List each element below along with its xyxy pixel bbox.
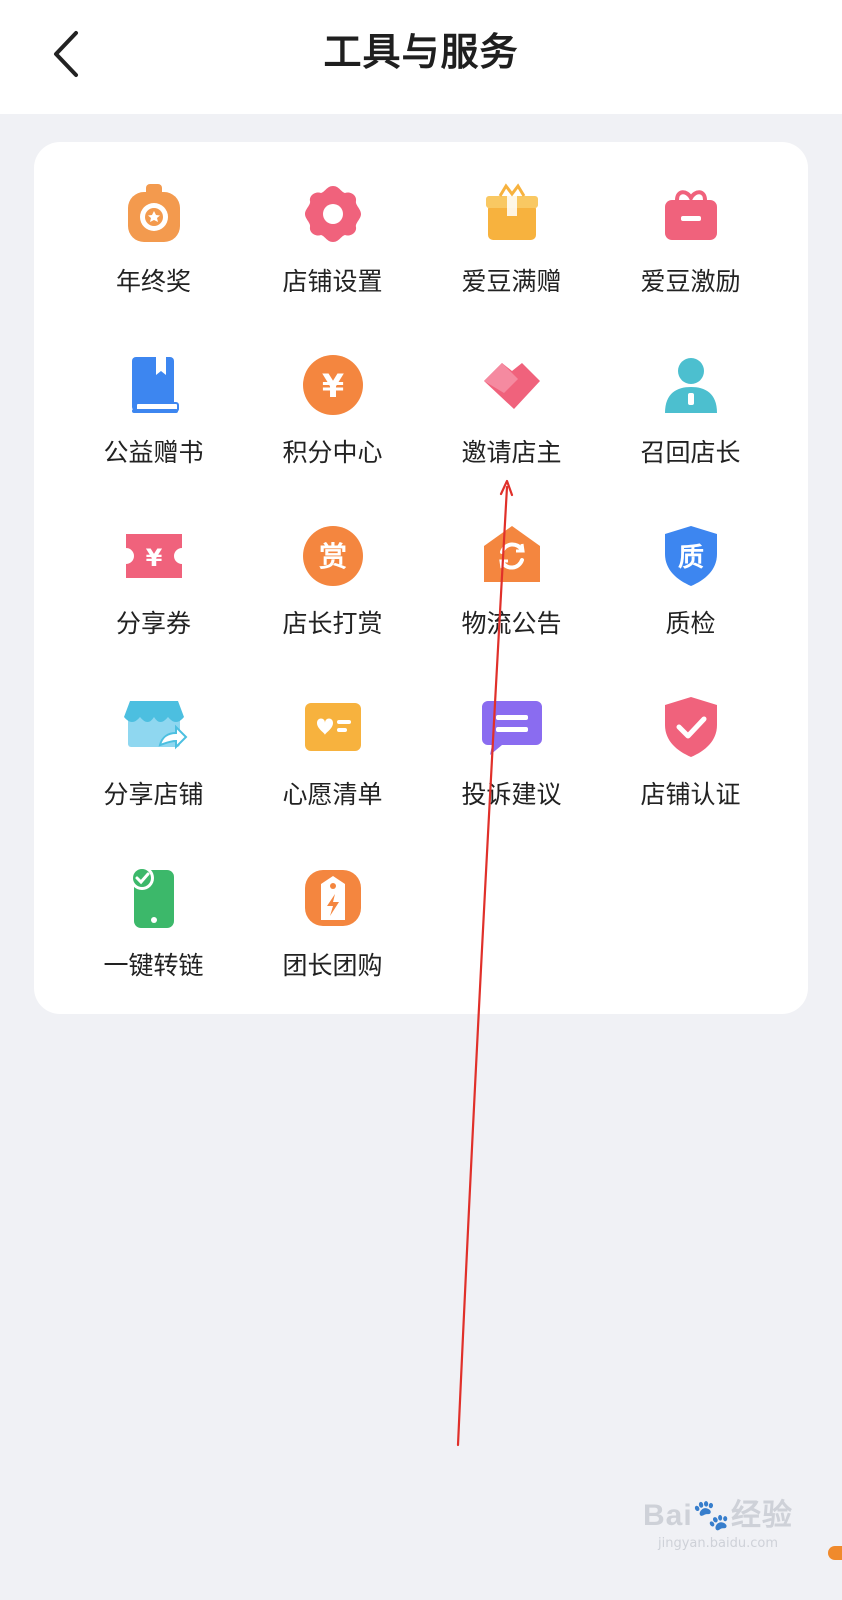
- gift-box-icon: [478, 180, 546, 248]
- chat-bubble-icon: [478, 693, 546, 761]
- svg-text:质: 质: [677, 543, 703, 573]
- tool-group-buy[interactable]: 团长团购: [243, 864, 422, 1035]
- svg-text:¥: ¥: [145, 544, 162, 572]
- coupon-icon: ¥: [120, 522, 188, 590]
- tool-label: 质检: [665, 609, 716, 638]
- tool-label: 积分中心: [282, 438, 383, 467]
- tool-label: 团长团购: [282, 951, 383, 980]
- tool-points-center[interactable]: ¥ 积分中心: [243, 351, 422, 522]
- tool-manager-reward[interactable]: 赏店长打赏: [243, 522, 422, 693]
- tool-label: 物流公告: [461, 609, 562, 638]
- tool-label: 公益赠书: [103, 438, 204, 467]
- tool-label: 店铺认证: [640, 780, 741, 809]
- tool-aidou-gift[interactable]: 爱豆满赠: [422, 180, 601, 351]
- yuan-coin-icon: ¥: [299, 351, 367, 419]
- share-store-icon: [120, 693, 188, 761]
- refresh-house-icon: [478, 522, 546, 590]
- tool-label: 投诉建议: [461, 780, 562, 809]
- tool-invite-owner[interactable]: 邀请店主: [422, 351, 601, 522]
- tool-label: 店长打赏: [282, 609, 383, 638]
- tools-grid: 年终奖 店铺设置 爱豆满赠 爱豆激励公益赠书 ¥ 积分中心 邀请店主 召回店长 ¥ 分享券 赏店长打…: [34, 142, 808, 1035]
- watermark: Bai🐾经验 jingyan.baidu.com: [638, 1490, 798, 1570]
- svg-text:¥: ¥: [321, 367, 343, 405]
- tool-recall-manager[interactable]: 召回店长: [601, 351, 780, 522]
- bolt-tag-icon: [299, 864, 367, 932]
- watermark-url: jingyan.baidu.com: [658, 1536, 778, 1551]
- tool-label: 店铺设置: [282, 267, 383, 296]
- wish-card-icon: [299, 693, 367, 761]
- handshake-icon: [478, 351, 546, 419]
- tool-share-coupon[interactable]: ¥ 分享券: [64, 522, 243, 693]
- tool-wish-list[interactable]: 心愿清单: [243, 693, 422, 864]
- tool-one-key-link[interactable]: 一键转链: [64, 864, 243, 1035]
- tool-label: 分享券: [115, 609, 191, 638]
- tool-label: 召回店长: [640, 438, 741, 467]
- tool-label: 分享店铺: [103, 780, 204, 809]
- phone-check-icon: [120, 864, 188, 932]
- top-bar: 工具与服务: [0, 0, 842, 114]
- svg-text:赏: 赏: [318, 540, 346, 573]
- quality-shield-icon: 质: [657, 522, 725, 590]
- tool-year-end-bonus[interactable]: 年终奖: [64, 180, 243, 351]
- tools-card: 年终奖 店铺设置 爱豆满赠 爱豆激励公益赠书 ¥ 积分中心 邀请店主 召回店长 ¥ 分享券 赏店长打…: [34, 142, 808, 1014]
- tool-share-shop[interactable]: 分享店铺: [64, 693, 243, 864]
- book-icon: [120, 351, 188, 419]
- reward-coin-icon: 赏: [299, 522, 367, 590]
- floating-dot: [828, 1546, 842, 1560]
- tool-label: 心愿清单: [282, 780, 383, 809]
- paw-icon: 🐾: [692, 1499, 732, 1532]
- tool-label: 爱豆激励: [640, 267, 741, 296]
- tool-charity-books[interactable]: 公益赠书: [64, 351, 243, 522]
- medal-icon: [120, 180, 188, 248]
- tool-label: 一键转链: [103, 951, 204, 980]
- tool-aidou-incentive[interactable]: 爱豆激励: [601, 180, 780, 351]
- gear-icon: [299, 180, 367, 248]
- watermark-brand: Bai🐾经验: [642, 1499, 794, 1532]
- tool-label: 年终奖: [115, 267, 191, 296]
- gift-icon: [657, 180, 725, 248]
- tool-logistics-notice[interactable]: 物流公告: [422, 522, 601, 693]
- person-icon: [657, 351, 725, 419]
- page-title: 工具与服务: [323, 30, 519, 74]
- tool-shop-settings[interactable]: 店铺设置: [243, 180, 422, 351]
- tool-quality-check[interactable]: 质质检: [601, 522, 780, 693]
- tool-label: 邀请店主: [461, 438, 562, 467]
- check-shield-icon: [657, 693, 725, 761]
- tool-label: 爱豆满赠: [461, 267, 562, 296]
- tool-shop-certification[interactable]: 店铺认证: [601, 693, 780, 864]
- tool-complaint-suggestion[interactable]: 投诉建议: [422, 693, 601, 864]
